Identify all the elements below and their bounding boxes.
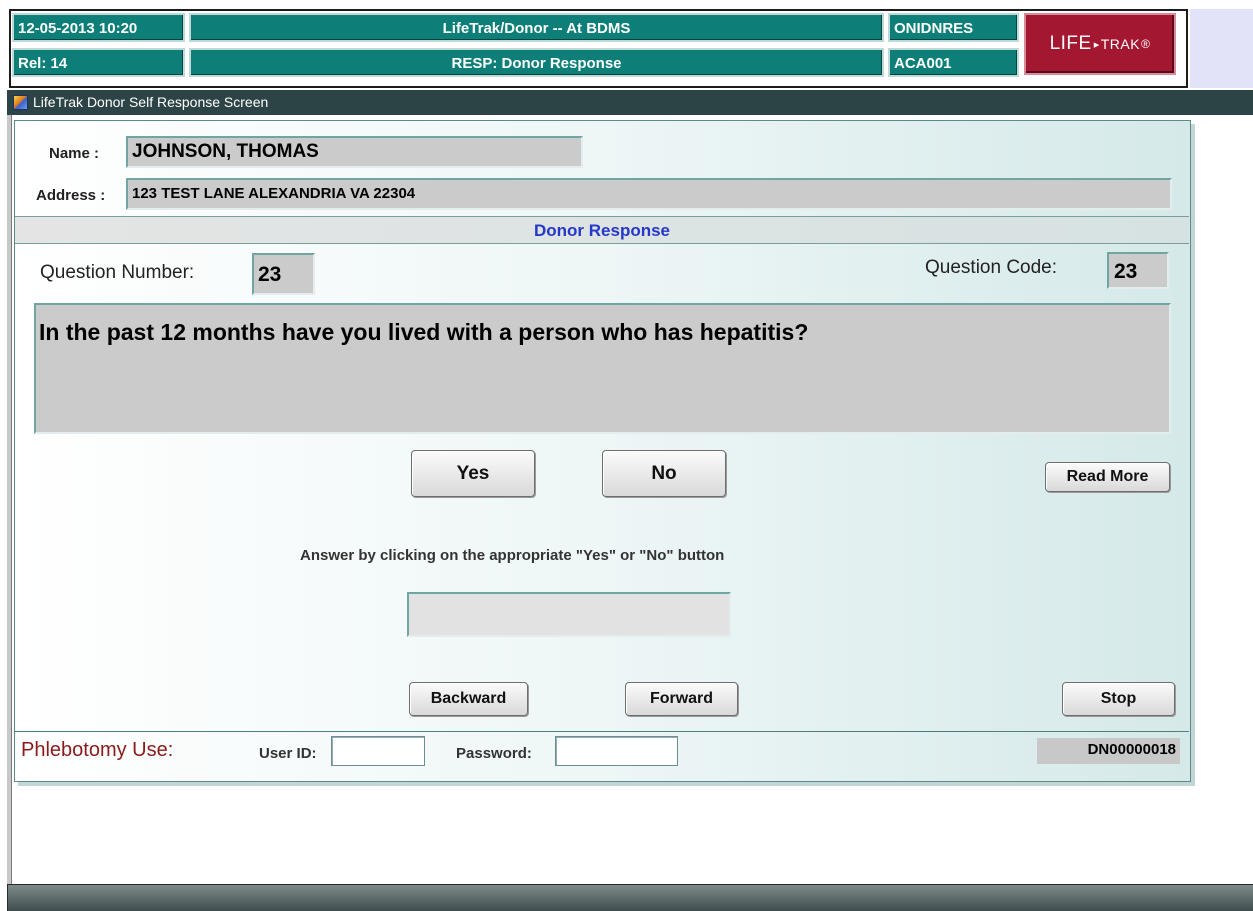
logo-life-text: LIFE	[1049, 33, 1092, 54]
section-header: Donor Response	[15, 216, 1189, 244]
answer-instruction: Answer by clicking on the appropriate "Y…	[300, 547, 725, 564]
question-text-box: In the past 12 months have you lived wit…	[34, 303, 1171, 434]
answer-display-field	[407, 592, 731, 637]
question-code-label: Question Code:	[925, 257, 1058, 278]
footer-separator	[15, 731, 1189, 732]
user-code-cell: ACA001	[888, 48, 1019, 77]
user-id-input[interactable]	[331, 736, 425, 766]
name-label: Name :	[49, 145, 100, 162]
release-cell: Rel: 14	[12, 48, 185, 77]
form-code-cell: ONIDNRES	[888, 13, 1019, 42]
password-label: Password:	[456, 745, 532, 762]
question-number-field: 23	[252, 253, 315, 295]
forward-button[interactable]: Forward	[625, 682, 738, 716]
app-icon	[13, 95, 28, 110]
stop-button[interactable]: Stop	[1062, 682, 1175, 716]
phlebotomy-label: Phlebotomy Use:	[21, 739, 174, 761]
password-input[interactable]	[555, 736, 678, 766]
donor-number-field: DN00000018	[1037, 738, 1180, 764]
window-title: LifeTrak Donor Self Response Screen	[33, 94, 269, 110]
backward-button[interactable]: Backward	[409, 682, 528, 716]
read-more-button[interactable]: Read More	[1045, 462, 1170, 492]
address-field: 123 TEST LANE ALEXANDRIA VA 22304	[126, 178, 1172, 210]
user-id-label: User ID:	[259, 745, 317, 762]
window-titlebar: LifeTrak Donor Self Response Screen	[7, 90, 1253, 115]
header-spacer	[1190, 9, 1253, 88]
question-number-label: Question Number:	[40, 262, 195, 283]
app-title: LifeTrak/Donor -- At BDMS	[189, 13, 884, 42]
address-label: Address :	[36, 187, 106, 204]
left-frame	[7, 115, 12, 886]
yes-button[interactable]: Yes	[411, 450, 535, 497]
screen-title: RESP: Donor Response	[189, 48, 884, 77]
no-button[interactable]: No	[602, 450, 726, 497]
logo-trak-text: TRAK	[1100, 36, 1141, 52]
logo-arrow-icon: ▸	[1093, 38, 1100, 51]
bottom-status-bar	[7, 884, 1253, 911]
logo-registered-mark: ®	[1141, 37, 1151, 51]
app-window: 12-05-2013 10:20 Rel: 14 LifeTrak/Donor …	[0, 0, 1253, 911]
name-field: JOHNSON, THOMAS	[126, 136, 583, 168]
datetime-cell: 12-05-2013 10:20	[12, 13, 185, 42]
lifetrak-logo: LIFE ▸ TRAK ®	[1024, 13, 1176, 75]
question-code-field: 23	[1107, 252, 1169, 289]
